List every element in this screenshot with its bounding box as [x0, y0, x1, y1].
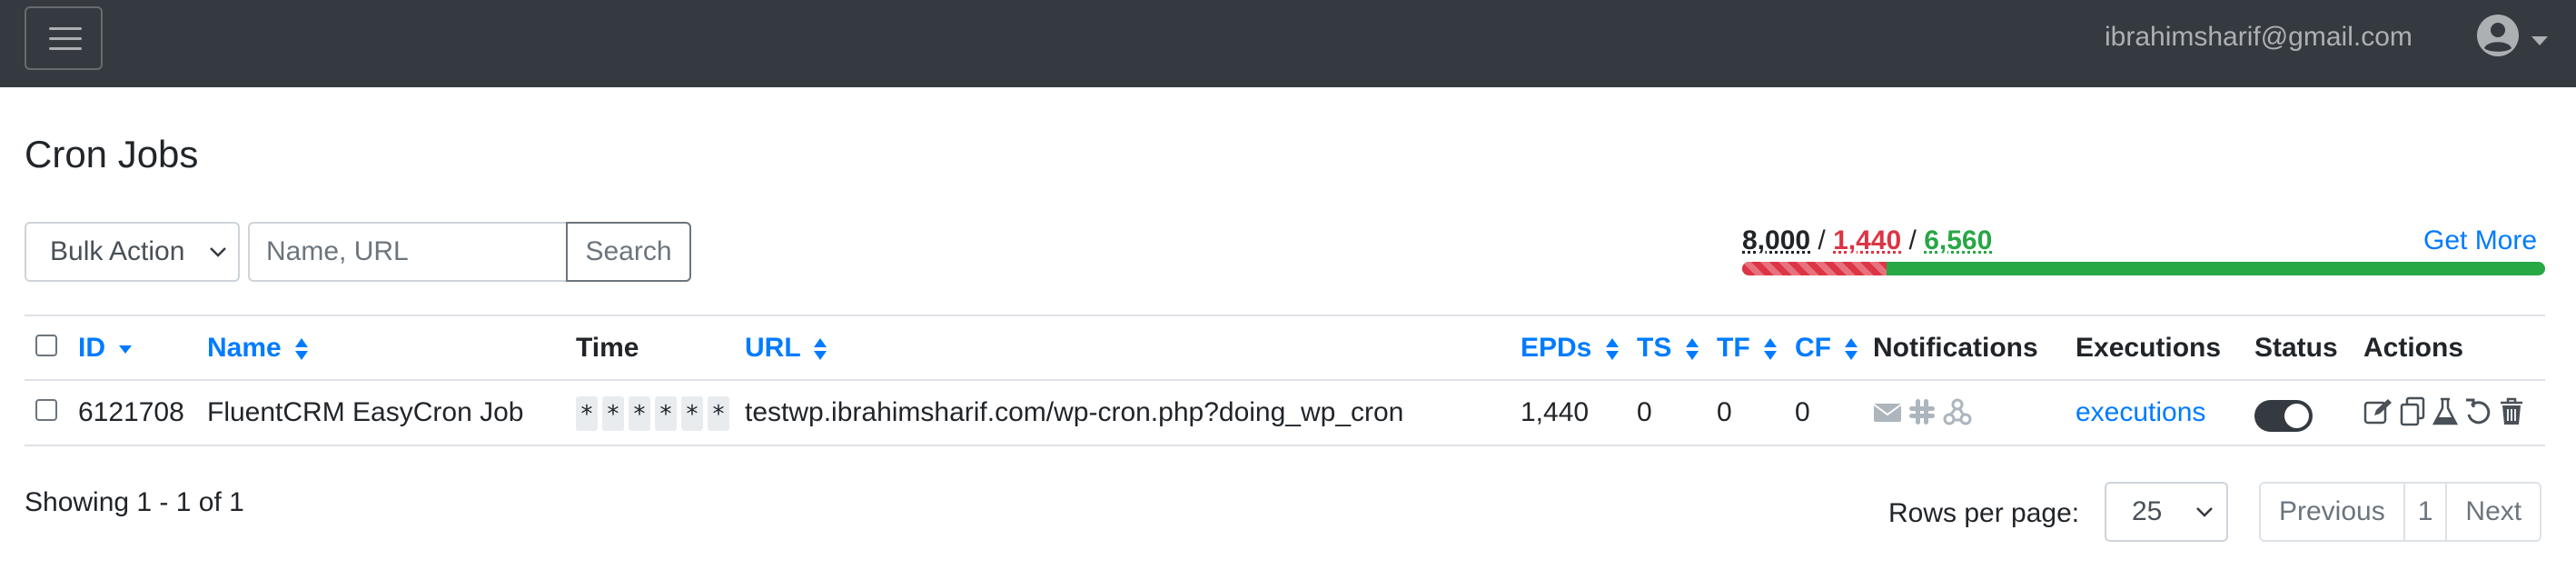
column-header-id[interactable]: ID — [78, 333, 133, 364]
table-header-border — [25, 379, 2545, 381]
pagination: Previous 1 Next — [2259, 482, 2542, 542]
row-cf: 0 — [1795, 397, 1810, 427]
chevron-down-icon[interactable] — [2531, 36, 2548, 45]
cron-field: * — [708, 396, 729, 431]
row-checkbox[interactable] — [35, 399, 57, 421]
get-more-link[interactable]: Get More — [2423, 225, 2537, 256]
row-cron-expression: * * * * * * — [576, 396, 729, 431]
cron-field: * — [629, 396, 650, 431]
email-icon[interactable] — [1873, 396, 1902, 427]
column-header-name[interactable]: Name — [207, 333, 309, 364]
sort-icon — [1845, 338, 1858, 361]
column-header-tf[interactable]: TF — [1717, 333, 1778, 364]
cron-field: * — [681, 396, 703, 431]
menu-toggle-button[interactable] — [25, 6, 103, 70]
page-1-button[interactable]: 1 — [2404, 484, 2448, 540]
column-header-executions: Executions — [2076, 333, 2222, 363]
column-header-time: Time — [576, 333, 639, 363]
quota-total: 8,000 — [1742, 225, 1811, 255]
cron-field: * — [576, 396, 598, 431]
user-avatar-icon — [2477, 15, 2519, 56]
row-id: 6121708 — [78, 397, 184, 427]
search-button[interactable]: Search — [566, 222, 691, 282]
column-header-url[interactable]: URL — [745, 333, 827, 364]
select-all-checkbox[interactable] — [35, 335, 57, 356]
copy-icon[interactable] — [2399, 396, 2426, 427]
bulk-action-label: Bulk Action — [50, 236, 185, 266]
next-page-button[interactable]: Next — [2447, 484, 2541, 540]
sort-icon — [1685, 338, 1699, 361]
sort-icon — [814, 338, 827, 361]
page-title: Cron Jobs — [25, 133, 199, 175]
user-email: ibrahimsharif@gmail.com — [2105, 22, 2413, 52]
search-input[interactable] — [248, 222, 568, 282]
cron-field: * — [602, 396, 624, 431]
quota-progress-bar — [1742, 262, 2545, 275]
column-header-ts[interactable]: TS — [1637, 333, 1699, 364]
row-name: FluentCRM EasyCron Job — [207, 397, 524, 427]
toggle-knob — [2284, 404, 2309, 428]
column-header-status: Status — [2254, 333, 2338, 363]
column-header-actions: Actions — [2363, 333, 2464, 363]
chevron-down-icon — [210, 247, 226, 257]
quota-separator: / — [1908, 225, 1917, 255]
rows-per-page-label: Rows per page: — [1888, 498, 2080, 528]
previous-page-button[interactable]: Previous — [2261, 484, 2405, 540]
webhook-icon[interactable] — [1942, 396, 1973, 427]
quota-used: 1,440 — [1833, 225, 1902, 255]
bulk-action-select[interactable]: Bulk Action — [25, 222, 240, 282]
cron-field: * — [655, 396, 677, 431]
table-top-border — [25, 315, 2545, 316]
sort-icon — [1605, 338, 1619, 361]
executions-link[interactable]: executions — [2076, 397, 2205, 428]
sort-icon — [1764, 338, 1777, 361]
row-ts: 0 — [1637, 397, 1652, 427]
row-url: testwp.ibrahimsharif.com/wp-cron.php?doi… — [745, 397, 1404, 427]
rows-per-page-select[interactable]: 25 — [2105, 482, 2228, 542]
quota-remaining: 6,560 — [1924, 225, 1993, 255]
undo-icon[interactable] — [2464, 396, 2492, 427]
slack-icon[interactable] — [1907, 396, 1937, 427]
execution-quota: 8,000 / 1,440 / 6,560 — [1742, 225, 1992, 256]
test-icon[interactable] — [2432, 396, 2458, 427]
pagination-summary: Showing 1 - 1 of 1 — [25, 487, 244, 517]
column-header-epds[interactable]: EPDs — [1521, 333, 1620, 364]
column-header-cf[interactable]: CF — [1795, 333, 1858, 364]
top-navbar: ibrahimsharif@gmail.com — [0, 0, 2576, 87]
chevron-down-icon — [2196, 507, 2213, 517]
row-tf: 0 — [1717, 397, 1732, 427]
delete-icon[interactable] — [2498, 396, 2525, 427]
column-header-notifications: Notifications — [1873, 333, 2038, 363]
sort-icon — [295, 338, 309, 361]
sort-desc-icon — [119, 345, 133, 355]
row-epds: 1,440 — [1521, 397, 1590, 427]
table-bottom-border — [25, 445, 2545, 446]
status-toggle[interactable] — [2254, 400, 2313, 432]
quota-separator: / — [1818, 225, 1826, 255]
quota-progress-used — [1742, 262, 1887, 275]
edit-icon[interactable] — [2363, 396, 2393, 427]
rows-per-page-value: 25 — [2132, 496, 2163, 526]
